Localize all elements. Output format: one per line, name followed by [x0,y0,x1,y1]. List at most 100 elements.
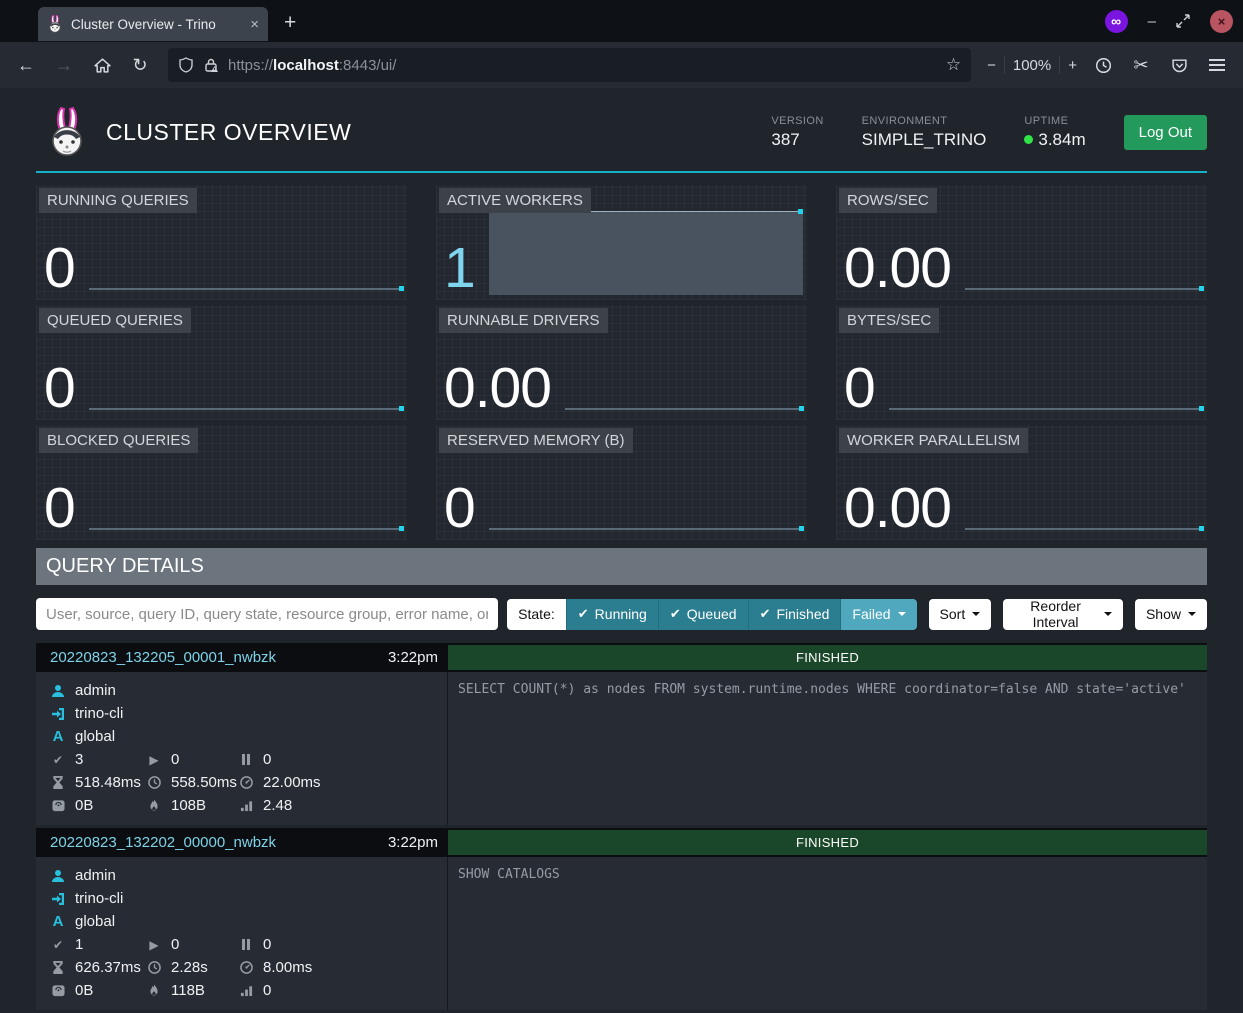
wall-time-hourglass-icon [50,961,66,974]
user-icon [50,869,66,883]
zoom-in-icon[interactable]: + [1068,57,1077,74]
query-user: admin [75,867,116,884]
container-badge-icon[interactable]: ∞ [1105,10,1128,33]
reorder-interval-label: Reorder Interval [1014,598,1097,630]
window-minimize-button[interactable]: – [1148,13,1156,30]
metric-value: 0 [844,362,875,415]
metric-card-reserved-memory: RESERVED MEMORY (B) 0 [436,425,807,540]
sparkline [89,407,403,410]
cpu-time: 558.50ms [171,774,237,791]
sparkline [965,527,1203,530]
zoom-out-icon[interactable]: − [987,57,996,74]
filter-finished-button[interactable]: ✔Finished [748,599,841,630]
query-id-link[interactable]: 20220823_132202_00000_nwbzk [50,834,276,851]
query-state-badge: FINISHED [448,645,1207,670]
query-state-badge: FINISHED [448,830,1207,855]
wall-time: 518.48ms [75,774,141,791]
cumulative-memory-fire-icon [146,984,162,997]
current-memory-scale-icon [50,984,66,997]
completed-splits-check-icon: ✔ [50,938,66,952]
url-text[interactable]: https://localhost:8443/ui/ [228,57,937,74]
cumulative-memory: 118B [171,982,205,999]
show-dropdown[interactable]: Show [1135,599,1207,630]
menu-hamburger-icon[interactable] [1201,49,1233,81]
queued-splits-pause-icon [238,939,254,950]
environment-label: ENVIRONMENT [862,115,987,127]
uptime-status-dot [1024,135,1033,144]
home-icon[interactable] [86,49,118,81]
trino-favicon [47,15,63,33]
sparkline [89,527,403,530]
address-bar[interactable]: https://localhost:8443/ui/ ☆ [168,48,971,82]
execution-time-gauge-icon [238,961,254,974]
sparkline [89,287,403,290]
history-clock-icon[interactable] [1087,49,1119,81]
query-search-input[interactable] [36,598,498,630]
reorder-interval-dropdown[interactable]: Reorder Interval [1003,599,1123,630]
logout-button[interactable]: Log Out [1124,115,1207,150]
filter-running-button[interactable]: ✔Running [566,599,658,630]
state-filter-label: State: [507,599,566,630]
lock-warning-icon[interactable] [203,57,219,73]
environment-block: ENVIRONMENT SIMPLE_TRINO [862,115,987,150]
query-source: trino-cli [75,705,123,722]
filter-label: Failed [852,606,890,622]
metric-value: 0 [44,482,75,535]
query-row: 20220823_132205_00001_nwbzk 3:22pm FINIS… [36,643,1207,825]
sparkline [565,407,803,410]
bookmark-star-icon[interactable]: ☆ [946,55,961,75]
caret-down-icon [1104,612,1112,616]
sparkline-filled [489,211,803,295]
tab-close-icon[interactable]: × [250,16,259,33]
execution-time: 8.00ms [263,959,312,976]
queued-splits: 0 [263,751,271,768]
browser-navbar: ← → ↻ https://localhost:8443/ui/ ☆ − 100… [0,42,1243,88]
new-tab-button[interactable]: + [284,11,296,35]
metric-value: 0.00 [844,482,951,535]
running-splits: 0 [171,751,179,768]
metric-label: RUNNING QUERIES [39,188,197,213]
sort-dropdown[interactable]: Sort [929,599,992,630]
filter-label: Queued [687,606,737,622]
forward-icon[interactable]: → [48,49,80,81]
tracking-shield-icon[interactable] [178,57,194,73]
resource-group-icon: A [50,728,66,745]
check-icon: ✔ [670,606,681,622]
show-label: Show [1146,606,1181,622]
url-path: :8443/ui/ [339,57,397,74]
window-close-button[interactable]: × [1210,10,1233,33]
wall-time-hourglass-icon [50,776,66,789]
back-icon[interactable]: ← [10,49,42,81]
screenshot-extension-icon[interactable]: ✂ [1125,49,1157,81]
separator [1004,56,1005,74]
queued-splits: 0 [263,936,271,953]
cumulative-memory-fire-icon [146,799,162,812]
execution-time-gauge-icon [238,776,254,789]
metric-label: RUNNABLE DRIVERS [439,308,608,333]
cpu-time-clock-icon [146,776,162,789]
current-memory: 0B [75,797,93,814]
metric-value: 0.00 [844,242,951,295]
query-row: 20220823_132202_00000_nwbzk 3:22pm FINIS… [36,828,1207,1010]
metric-value: 0.00 [444,362,551,415]
filter-queued-button[interactable]: ✔ Queued [658,599,748,630]
query-id-link[interactable]: 20220823_132205_00001_nwbzk [50,649,276,666]
pocket-icon[interactable] [1163,49,1195,81]
source-signin-icon [50,892,66,906]
zoom-level[interactable]: 100% [1013,57,1051,74]
window-maximize-button[interactable] [1176,14,1190,28]
browser-tab[interactable]: Cluster Overview - Trino × [38,7,268,41]
query-time: 3:22pm [388,649,438,666]
reload-icon[interactable]: ↻ [124,49,156,81]
filter-failed-dropdown[interactable]: Failed [840,599,916,630]
metric-value: 0 [44,362,75,415]
metric-card-worker-parallelism: WORKER PARALLELISM 0.00 [836,425,1207,540]
query-time: 3:22pm [388,834,438,851]
sparkline [889,407,1203,410]
tab-title: Cluster Overview - Trino [71,17,242,32]
query-resource-group: global [75,913,115,930]
metric-value: 0 [44,242,75,295]
caret-down-icon [1188,612,1196,616]
queued-splits-pause-icon [238,754,254,765]
user-icon [50,684,66,698]
